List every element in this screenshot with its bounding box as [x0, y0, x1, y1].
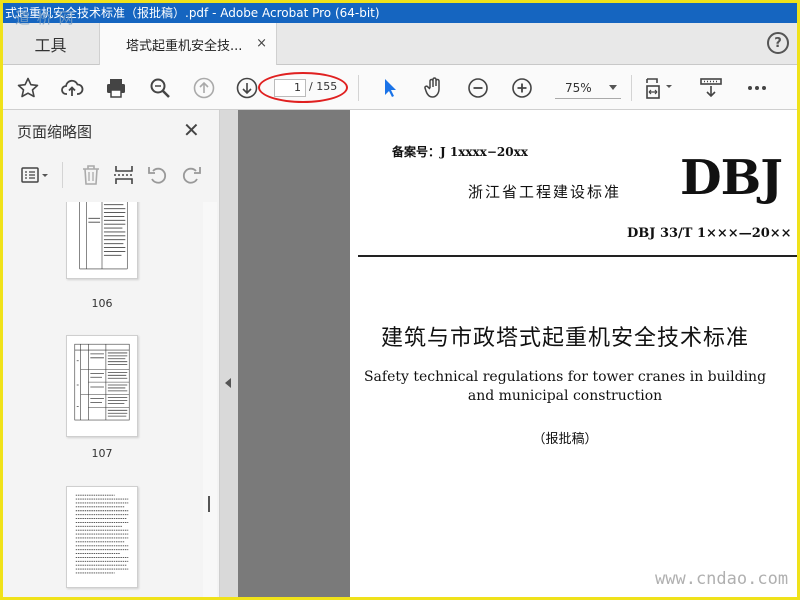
thumbnail-sidebar: 页面缩略图 ✕ 106 107 [3, 110, 220, 597]
page-thumbnail[interactable] [66, 486, 138, 588]
red-highlight-annotation [258, 72, 348, 103]
watermark-url: www.cndao.com [655, 569, 789, 589]
search-zoom-icon[interactable] [146, 74, 174, 102]
star-icon[interactable] [14, 74, 42, 102]
toolbar: 1 / 155 75% [3, 65, 797, 110]
title-english-line: and municipal construction [467, 388, 663, 404]
select-cursor-icon[interactable] [376, 74, 404, 102]
title-english-line: Safety technical regulations for tower c… [363, 369, 767, 385]
watermark-logo: 道 桥 网 [15, 9, 75, 27]
toolbar-divider [62, 162, 63, 188]
page-fit-icon[interactable] [641, 74, 677, 102]
more-icon[interactable] [743, 74, 771, 102]
toolbar-divider [358, 75, 359, 101]
document-title-english: Safety technical regulations for tower c… [350, 368, 780, 406]
tab-document[interactable]: 塔式起重机安全技... × [99, 23, 277, 66]
pdf-page: 备案号：J 1xxxx−20xx DBJ 浙江省工程建设标准 DBJ 33/T … [350, 110, 797, 597]
sidebar-title: 页面缩略图 [17, 123, 93, 141]
document-title-chinese: 建筑与市政塔式起重机安全技术标准 [380, 326, 749, 351]
thumbnail-toolbar [3, 156, 220, 194]
hand-tool-icon[interactable] [420, 74, 448, 102]
rotate-left-icon[interactable] [144, 161, 172, 189]
chevron-down-icon [609, 85, 617, 90]
header-rule [358, 255, 797, 257]
acrobat-window: 式起重机安全技术标准（报批稿）.pdf - Adobe Acrobat Pro … [3, 3, 797, 597]
close-icon[interactable]: × [256, 36, 267, 51]
print-icon[interactable] [102, 74, 130, 102]
tab-tools[interactable]: 工具 [3, 23, 98, 65]
tab-document-label: 塔式起重机安全技... [126, 39, 243, 54]
close-icon[interactable]: ✕ [183, 118, 200, 142]
insert-page-icon[interactable] [110, 161, 138, 189]
window-title-bar: 式起重机安全技术标准（报批稿）.pdf - Adobe Acrobat Pro … [3, 3, 797, 23]
province-standard-label: 浙江省工程建设标准 [468, 183, 622, 201]
thumbnail-page-number: 107 [91, 447, 113, 460]
page-thumbnail[interactable] [66, 335, 138, 437]
chevron-left-icon [225, 378, 231, 388]
page-thumbnail[interactable] [66, 202, 138, 279]
zoom-in-icon[interactable] [508, 74, 536, 102]
page-up-icon[interactable] [190, 74, 218, 102]
sidebar-collapse-handle[interactable] [220, 110, 238, 597]
page-down-icon[interactable] [233, 74, 261, 102]
zoom-value: 75% [565, 81, 592, 95]
zoom-out-icon[interactable] [464, 74, 492, 102]
scrollbar-thumb[interactable] [208, 496, 210, 512]
thumbnail-options-icon[interactable] [17, 161, 53, 189]
standard-code: DBJ 33/T 1×××—20×× [627, 226, 792, 241]
rotate-right-icon[interactable] [177, 161, 205, 189]
thumbnail-list: 106 107 108 [3, 202, 203, 597]
toolbar-divider [631, 75, 632, 101]
cloud-upload-icon[interactable] [58, 74, 86, 102]
scroll-mode-icon[interactable] [697, 74, 725, 102]
draft-note: （报批稿） [532, 432, 598, 447]
thumbnail-scrollbar[interactable] [203, 202, 217, 597]
record-number: 备案号：J 1xxxx−20xx [392, 145, 528, 159]
standard-logo: DBJ [680, 150, 783, 206]
zoom-select[interactable]: 75% [555, 77, 621, 99]
help-icon[interactable]: ? [767, 32, 789, 54]
document-view[interactable]: 备案号：J 1xxxx−20xx DBJ 浙江省工程建设标准 DBJ 33/T … [238, 110, 797, 597]
tab-bar: 工具 塔式起重机安全技... × ? [3, 23, 797, 66]
trash-icon[interactable] [77, 161, 105, 189]
thumbnail-page-number: 106 [91, 297, 113, 310]
